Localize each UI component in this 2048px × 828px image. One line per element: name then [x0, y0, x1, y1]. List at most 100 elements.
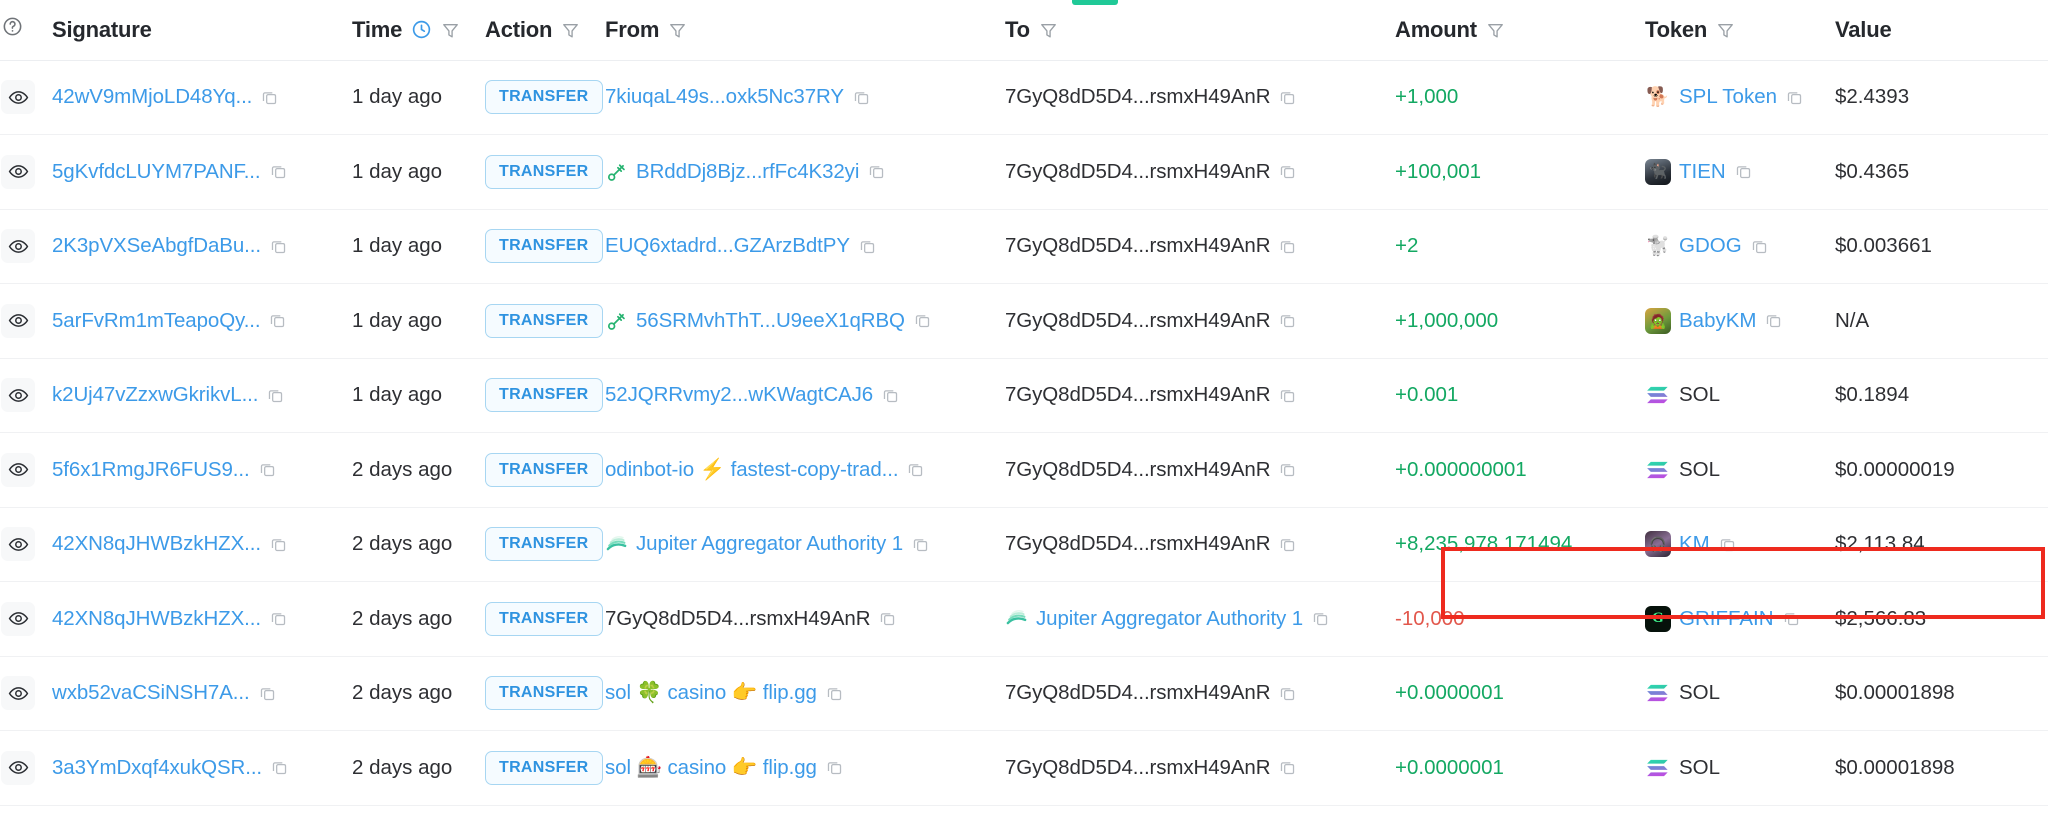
copy-signature-icon[interactable]	[269, 312, 286, 329]
action-badge-transfer[interactable]: TRANSFER	[485, 527, 603, 562]
copy-signature-icon[interactable]	[270, 238, 287, 255]
signature-link[interactable]: k2Uj47vZzxwGkrikvL...	[52, 383, 258, 407]
filter-icon-amount[interactable]	[1486, 20, 1505, 39]
help-circle-icon[interactable]	[2, 17, 23, 42]
from-address[interactable]: odinbot-io ⚡ fastest-copy-trad...	[605, 458, 899, 482]
copy-to-icon[interactable]	[1312, 610, 1329, 627]
copy-to-icon[interactable]	[1279, 89, 1296, 106]
copy-to-icon[interactable]	[1279, 759, 1296, 776]
filter-icon-token[interactable]	[1716, 20, 1735, 39]
from-address[interactable]: sol 🎰 casino 👉 flip.gg	[605, 756, 817, 780]
table-row[interactable]: 42XN8qJHWBzkHZX... 2 days ago TRANSFER Jupi…	[0, 507, 2048, 582]
table-row[interactable]: 42wV9mMjoLD48Yq... 1 day ago TRANSFER 7kiuq…	[0, 60, 2048, 135]
signature-link[interactable]: 42XN8qJHWBzkHZX...	[52, 607, 261, 631]
action-badge-transfer[interactable]: TRANSFER	[485, 452, 603, 487]
copy-from-icon[interactable]	[912, 536, 929, 553]
eye-icon[interactable]	[1, 750, 35, 785]
signature-link[interactable]: 5gKvfdcLUYM7PANF...	[52, 160, 261, 184]
eye-icon[interactable]	[1, 80, 35, 115]
action-badge-transfer[interactable]: TRANSFER	[485, 378, 603, 413]
eye-icon[interactable]	[1, 378, 35, 413]
filter-icon-time[interactable]	[441, 20, 460, 39]
token-name[interactable]: KM	[1679, 532, 1710, 556]
copy-signature-icon[interactable]	[259, 461, 276, 478]
copy-from-icon[interactable]	[882, 387, 899, 404]
filter-icon-to[interactable]	[1039, 20, 1058, 39]
copy-from-icon[interactable]	[826, 685, 843, 702]
copy-signature-icon[interactable]	[259, 685, 276, 702]
signature-link[interactable]: 42XN8qJHWBzkHZX...	[52, 532, 261, 556]
copy-from-icon[interactable]	[879, 610, 896, 627]
from-address[interactable]: 7kiuqaL49s...oxk5Nc37RY	[605, 85, 844, 109]
copy-from-icon[interactable]	[859, 238, 876, 255]
copy-token-icon[interactable]	[1786, 89, 1803, 106]
action-badge-transfer[interactable]: TRANSFER	[485, 229, 603, 264]
copy-signature-icon[interactable]	[270, 610, 287, 627]
eye-icon[interactable]	[1, 452, 35, 487]
clock-icon[interactable]	[411, 19, 432, 40]
filter-icon-from[interactable]	[668, 20, 687, 39]
action-badge-transfer[interactable]: TRANSFER	[485, 601, 603, 636]
copy-signature-icon[interactable]	[270, 163, 287, 180]
copy-token-icon[interactable]	[1719, 536, 1736, 553]
from-address[interactable]: 52JQRRvmy2...wKWagtCAJ6	[605, 383, 873, 407]
copy-from-icon[interactable]	[868, 163, 885, 180]
signature-link[interactable]: 2K3pVXSeAbgfDaBu...	[52, 234, 261, 258]
copy-signature-icon[interactable]	[261, 89, 278, 106]
eye-icon[interactable]	[1, 303, 35, 338]
copy-to-icon[interactable]	[1279, 238, 1296, 255]
copy-from-icon[interactable]	[853, 89, 870, 106]
token-name[interactable]: TIEN	[1679, 160, 1726, 184]
signature-link[interactable]: 3a3YmDxqf4xukQSR...	[52, 756, 262, 780]
copy-to-icon[interactable]	[1279, 685, 1296, 702]
action-badge-transfer[interactable]: TRANSFER	[485, 154, 603, 189]
table-row[interactable]: 5gKvfdcLUYM7PANF... 1 day ago TRANSFER BRdd…	[0, 134, 2048, 210]
copy-signature-icon[interactable]	[271, 759, 288, 776]
token-name[interactable]: GDOG	[1679, 234, 1742, 258]
table-row[interactable]: wxb52vaCSiNSH7A... 2 days ago TRANSFER sol …	[0, 656, 2048, 731]
copy-from-icon[interactable]	[914, 312, 931, 329]
copy-token-icon[interactable]	[1751, 238, 1768, 255]
table-row[interactable]: 5f6x1RmgJR6FUS9... 2 days ago TRANSFER odin…	[0, 432, 2048, 508]
copy-to-icon[interactable]	[1279, 536, 1296, 553]
copy-token-icon[interactable]	[1765, 312, 1782, 329]
from-address[interactable]: 56SRMvhThT...U9eeX1qRBQ	[636, 309, 905, 333]
signature-link[interactable]: 42wV9mMjoLD48Yq...	[52, 85, 252, 109]
eye-icon[interactable]	[1, 229, 35, 264]
copy-token-icon[interactable]	[1783, 610, 1800, 627]
copy-from-icon[interactable]	[826, 759, 843, 776]
table-row[interactable]: 3a3YmDxqf4xukQSR... 2 days ago TRANSFER sol…	[0, 730, 2048, 806]
action-badge-transfer[interactable]: TRANSFER	[485, 750, 603, 785]
eye-icon[interactable]	[1, 601, 35, 636]
token-name[interactable]: BabyKM	[1679, 309, 1756, 333]
signature-link[interactable]: 5arFvRm1mTeapoQy...	[52, 309, 261, 333]
copy-signature-icon[interactable]	[267, 387, 284, 404]
copy-to-icon[interactable]	[1279, 163, 1296, 180]
token-name[interactable]: GRIFFAIN	[1679, 607, 1774, 631]
copy-token-icon[interactable]	[1735, 163, 1752, 180]
signature-link[interactable]: wxb52vaCSiNSH7A...	[52, 681, 250, 705]
to-address[interactable]: Jupiter Aggregator Authority 1	[1036, 607, 1303, 631]
copy-to-icon[interactable]	[1279, 461, 1296, 478]
copy-to-icon[interactable]	[1279, 387, 1296, 404]
from-address[interactable]: EUQ6xtadrd...GZArzBdtPY	[605, 234, 850, 258]
copy-to-icon[interactable]	[1279, 312, 1296, 329]
copy-signature-icon[interactable]	[270, 536, 287, 553]
action-badge-transfer[interactable]: TRANSFER	[485, 676, 603, 711]
token-name[interactable]: SPL Token	[1679, 85, 1777, 109]
from-address[interactable]: Jupiter Aggregator Authority 1	[636, 532, 903, 556]
eye-icon[interactable]	[1, 527, 35, 562]
from-address[interactable]: BRddDj8Bjz...rfFc4K32yi	[636, 160, 859, 184]
table-row[interactable]: 5arFvRm1mTeapoQy... 1 day ago TRANSFER 56SR…	[0, 283, 2048, 359]
from-address[interactable]: sol 🍀 casino 👉 flip.gg	[605, 681, 817, 705]
table-row[interactable]: k2Uj47vZzxwGkrikvL... 1 day ago TRANSFER 52…	[0, 358, 2048, 433]
action-badge-transfer[interactable]: TRANSFER	[485, 80, 603, 115]
eye-icon[interactable]	[1, 154, 35, 189]
copy-from-icon[interactable]	[907, 461, 924, 478]
action-badge-transfer[interactable]: TRANSFER	[485, 303, 603, 338]
filter-icon-action[interactable]	[561, 20, 580, 39]
signature-link[interactable]: 5f6x1RmgJR6FUS9...	[52, 458, 250, 482]
table-row[interactable]: 2K3pVXSeAbgfDaBu... 1 day ago TRANSFER EUQ6…	[0, 209, 2048, 284]
table-row[interactable]: 42XN8qJHWBzkHZX... 2 days ago TRANSFER 7GyQ…	[0, 581, 2048, 657]
eye-icon[interactable]	[1, 676, 35, 711]
